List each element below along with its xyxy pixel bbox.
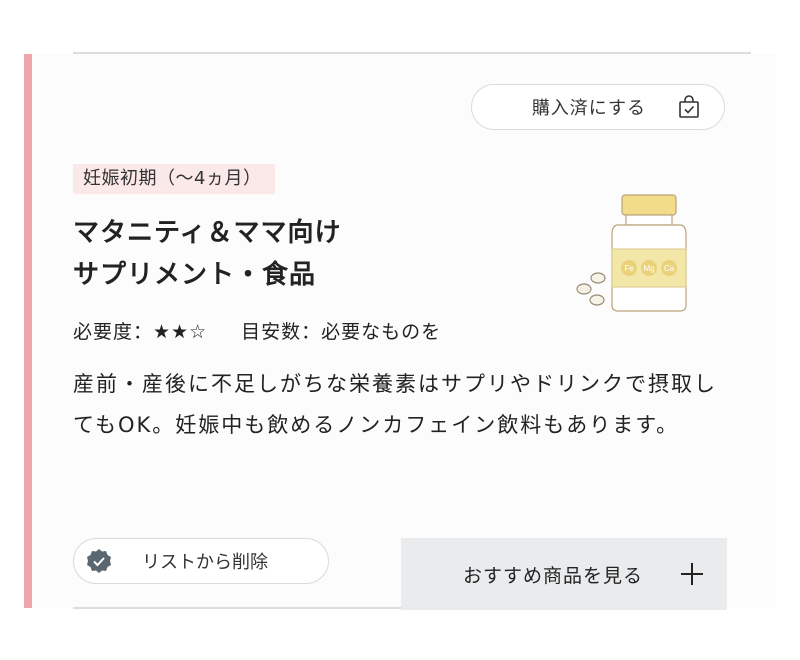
item-title-line-1: マタニティ＆ママ向け xyxy=(73,218,342,248)
period-tag: 妊娠初期（〜4ヵ月） xyxy=(73,164,276,194)
item-meta: 必要度：★★☆ 目安数：必要なものを xyxy=(73,317,441,347)
view-recommendations-label: おすすめ商品を見る xyxy=(462,564,643,587)
supplement-bottle-icon: Fe Mg Ca xyxy=(576,194,687,312)
bottle-label-ca: Ca xyxy=(664,264,675,273)
remove-from-list-label: リストから削除 xyxy=(142,552,268,573)
plus-icon xyxy=(681,563,703,585)
item-title-line-2: サプリメント・食品 xyxy=(73,260,317,290)
top-divider xyxy=(73,52,751,54)
necessity-stars: ★★☆ xyxy=(153,321,208,343)
quantity-label: 目安数： xyxy=(241,321,322,343)
check-badge-icon xyxy=(87,549,111,573)
view-recommendations-button[interactable]: おすすめ商品を見る xyxy=(401,538,727,610)
quantity-value: 必要なものを xyxy=(321,321,442,343)
item-title: マタニティ＆ママ向け サプリメント・食品 xyxy=(73,212,493,296)
shopping-bag-check-icon xyxy=(679,95,699,118)
item-description: 産前・産後に不足しがちな栄養素はサプリやドリンクで摂取してもOK。妊娠中も飲める… xyxy=(73,372,717,437)
remove-from-list-button[interactable]: リストから削除 xyxy=(73,538,329,584)
bottom-divider xyxy=(73,607,401,609)
mark-purchased-button[interactable]: 購入済にする xyxy=(471,84,725,130)
accent-bar xyxy=(24,54,32,608)
mark-purchased-label: 購入済にする xyxy=(531,98,646,119)
item-card: 購入済にする 妊娠初期（〜4ヵ月） マタニティ＆ママ向け サプリメント・食品 F… xyxy=(24,52,776,610)
bottle-label-fe: Fe xyxy=(624,264,634,273)
necessity-label: 必要度： xyxy=(73,321,154,343)
bottle-label-mg: Mg xyxy=(643,264,654,273)
